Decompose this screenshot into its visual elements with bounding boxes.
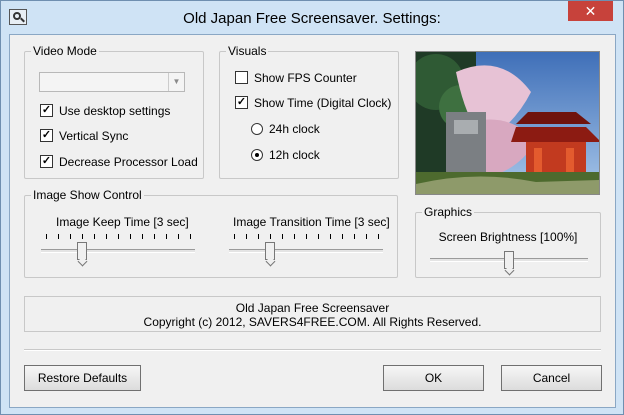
- vertical-sync-checkbox[interactable]: ✓ Vertical Sync: [40, 129, 128, 145]
- slider-track[interactable]: [229, 249, 383, 253]
- slider-track[interactable]: [41, 249, 195, 253]
- radio-label: 12h clock: [269, 148, 320, 162]
- slider-tick: [70, 234, 71, 239]
- slider-tick: [354, 234, 355, 239]
- slider-tick: [190, 234, 191, 239]
- image-transition-time-slider[interactable]: [229, 234, 383, 260]
- radio-button[interactable]: [251, 122, 263, 135]
- slider-tick: [118, 234, 119, 239]
- divider: [24, 349, 601, 351]
- product-name: Old Japan Free Screensaver: [235, 301, 390, 315]
- checkbox-label: Decrease Processor Load: [59, 155, 198, 169]
- slider-tick: [378, 234, 379, 239]
- checkbox-label: Show FPS Counter: [254, 71, 357, 85]
- slider-tick: [142, 234, 143, 239]
- screen-brightness-label: Screen Brightness [100%]: [438, 230, 578, 244]
- restore-defaults-button[interactable]: Restore Defaults: [24, 365, 141, 391]
- use-desktop-settings-checkbox[interactable]: ✓ Use desktop settings: [40, 104, 170, 120]
- checkbox-label: Show Time (Digital Clock): [254, 96, 392, 110]
- slider-tick: [94, 234, 95, 239]
- slider-tick: [234, 234, 235, 239]
- slider-tick: [294, 234, 295, 239]
- about-box: Old Japan Free Screensaver Copyright (c)…: [24, 296, 601, 332]
- slider-tick: [130, 234, 131, 239]
- window-title: Old Japan Free Screensaver. Settings:: [183, 10, 441, 27]
- slider-tick: [246, 234, 247, 239]
- visuals-group: Visuals Show FPS Counter ✓ Show Time (Dig…: [219, 44, 399, 179]
- video-mode-legend: Video Mode: [31, 44, 99, 58]
- settings-window: Old Japan Free Screensaver. Settings: ✕ …: [0, 0, 624, 415]
- japan-temple-photo: [416, 52, 599, 194]
- chevron-down-icon[interactable]: ▼: [168, 73, 184, 91]
- image-show-control-group: Image Show Control Image Keep Time [3 se…: [24, 188, 398, 278]
- slider-tick: [330, 234, 331, 239]
- checkbox-box[interactable]: ✓: [40, 155, 53, 169]
- copyright-text: Copyright (c) 2012, SAVERS4FREE.COM. All…: [143, 315, 482, 329]
- slider-tick: [82, 234, 83, 239]
- slider-tick: [58, 234, 59, 239]
- settings-panel: Video Mode ▼ ✓ Use desktop settings ✓ Vert…: [9, 34, 616, 408]
- slider-thumb[interactable]: [504, 251, 514, 269]
- video-mode-group: Video Mode ▼ ✓ Use desktop settings ✓ Vert…: [24, 44, 204, 179]
- slider-tick: [306, 234, 307, 239]
- show-time-checkbox[interactable]: ✓ Show Time (Digital Clock): [235, 96, 391, 112]
- image-transition-time-label: Image Transition Time [3 sec]: [233, 215, 390, 229]
- preview-image: [415, 51, 600, 195]
- image-keep-time-label: Image Keep Time [3 sec]: [56, 215, 189, 229]
- clock-24h-radio[interactable]: 24h clock: [251, 122, 320, 138]
- close-button[interactable]: ✕: [568, 1, 613, 21]
- screen-brightness-slider[interactable]: [430, 243, 588, 269]
- checkbox-box[interactable]: ✓: [235, 96, 248, 110]
- slider-tick: [342, 234, 343, 239]
- clock-12h-radio[interactable]: 12h clock: [251, 148, 320, 164]
- cancel-button[interactable]: Cancel: [501, 365, 602, 391]
- slider-tick: [154, 234, 155, 239]
- slider-tick: [46, 234, 47, 239]
- checkbox-box[interactable]: ✓: [40, 104, 53, 118]
- image-keep-time-slider[interactable]: [41, 234, 195, 260]
- slider-thumb[interactable]: [77, 242, 87, 260]
- radio-label: 24h clock: [269, 122, 320, 136]
- checkbox-label: Vertical Sync: [59, 129, 129, 143]
- checkbox-box[interactable]: ✓: [40, 129, 53, 143]
- ok-button[interactable]: OK: [383, 365, 484, 391]
- checkbox-label: Use desktop settings: [59, 104, 171, 118]
- slider-tick: [106, 234, 107, 239]
- slider-tick: [366, 234, 367, 239]
- title-bar: Old Japan Free Screensaver. Settings: ✕: [1, 1, 623, 35]
- graphics-group: Graphics Screen Brightness [100%]: [415, 205, 601, 278]
- slider-tick: [166, 234, 167, 239]
- slider-tick: [270, 234, 271, 239]
- show-fps-checkbox[interactable]: Show FPS Counter: [235, 71, 357, 87]
- slider-tick: [282, 234, 283, 239]
- decrease-processor-load-checkbox[interactable]: ✓ Decrease Processor Load: [40, 155, 198, 171]
- visuals-legend: Visuals: [226, 44, 269, 58]
- slider-tick: [178, 234, 179, 239]
- slider-thumb[interactable]: [265, 242, 275, 260]
- graphics-legend: Graphics: [422, 205, 475, 219]
- radio-button[interactable]: [251, 148, 263, 161]
- slider-tick: [318, 234, 319, 239]
- resolution-dropdown[interactable]: ▼: [39, 72, 185, 92]
- checkbox-box[interactable]: [235, 71, 248, 85]
- slider-tick: [258, 234, 259, 239]
- image-show-control-legend: Image Show Control: [31, 188, 144, 202]
